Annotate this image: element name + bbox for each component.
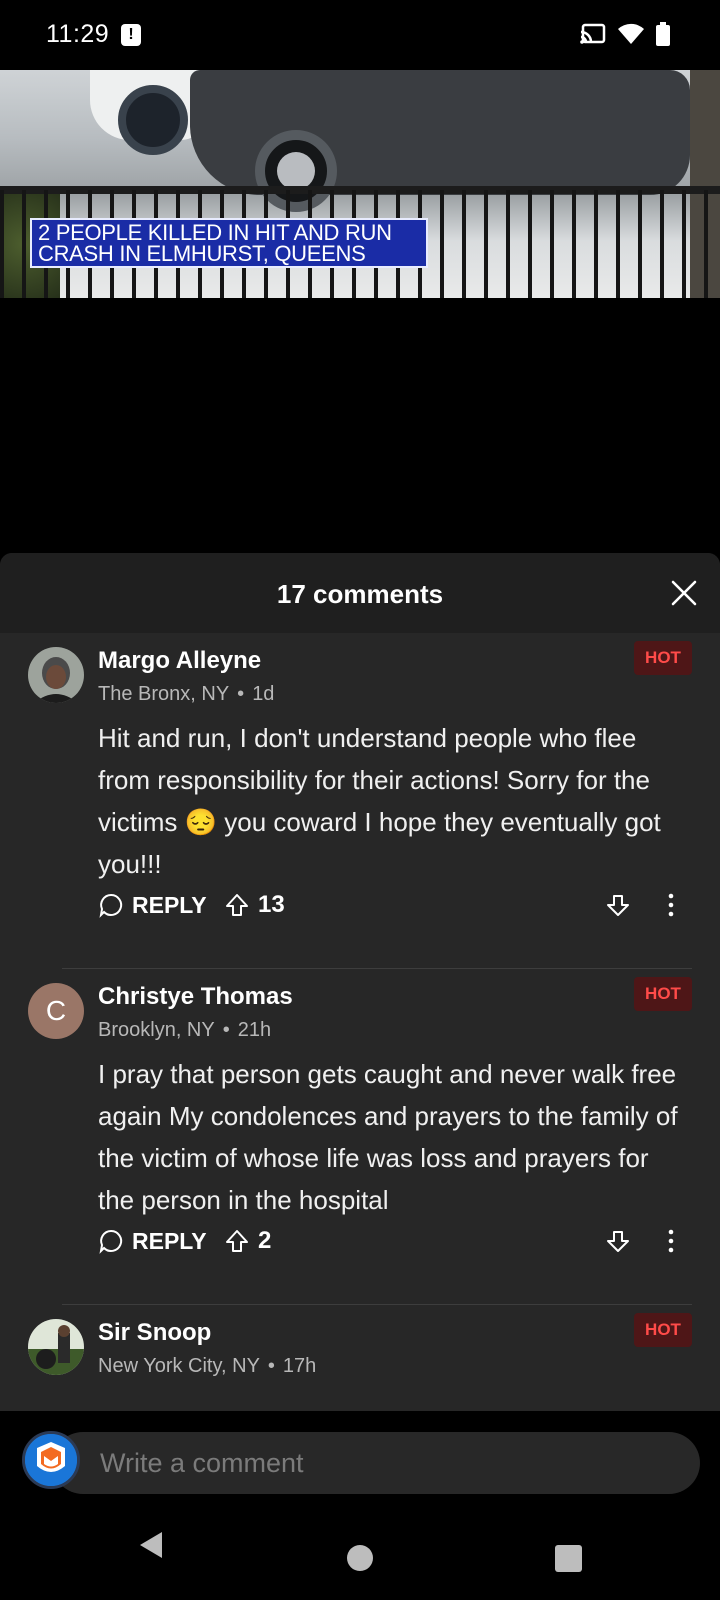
comment-location: The Bronx, NY	[98, 683, 230, 705]
reply-label: REPLY	[132, 891, 207, 918]
hot-badge: HOT	[634, 1313, 692, 1347]
upvote-button[interactable]: 2	[224, 1221, 271, 1261]
status-time: 11:29	[46, 20, 110, 48]
comment-author[interactable]: Christye Thomas	[98, 983, 293, 1011]
upvote-count: 2	[258, 1227, 272, 1254]
more-options-icon[interactable]	[666, 893, 676, 917]
comment-actions: REPLY 2	[98, 1221, 698, 1261]
comment-age: 21h	[237, 1019, 272, 1041]
home-icon[interactable]	[347, 1545, 373, 1571]
comment-meta: The Bronx, NY • 1d	[98, 683, 275, 705]
avatar[interactable]	[28, 1319, 84, 1375]
comment-divider	[62, 1304, 692, 1305]
cast-icon	[580, 23, 606, 44]
downvote-icon[interactable]	[606, 1229, 630, 1253]
recent-apps-icon[interactable]	[555, 1545, 582, 1572]
comment-author[interactable]: Margo Alleyne	[98, 647, 261, 675]
comment-meta: New York City, NY • 17h	[98, 1355, 317, 1377]
comment-location: Brooklyn, NY	[98, 1019, 215, 1041]
comment-author[interactable]: Sir Snoop	[98, 1319, 211, 1347]
reply-icon	[99, 893, 123, 918]
comments-header: 17 comments	[0, 553, 720, 633]
comment-meta: Brooklyn, NY • 21h	[98, 1019, 272, 1041]
comment-age: 1d	[252, 683, 275, 705]
comments-title: 17 comments	[276, 579, 444, 609]
comment-age: 17h	[282, 1355, 317, 1377]
battery-icon	[656, 22, 670, 46]
comment-composer	[0, 1411, 720, 1500]
wifi-icon	[618, 23, 644, 44]
news-chyron: 2 PEOPLE KILLED IN HIT AND RUN CRASH IN …	[30, 218, 428, 268]
hot-badge: HOT	[634, 641, 692, 675]
reply-button[interactable]: REPLY	[98, 1221, 207, 1261]
comments-sheet: 17 comments Margo Alleyne The Bronx, NY •…	[0, 553, 720, 1411]
reply-button[interactable]: REPLY	[98, 885, 207, 925]
avatar[interactable]: C	[28, 983, 84, 1039]
downvote-icon[interactable]	[606, 893, 630, 917]
upvote-icon	[226, 1230, 248, 1252]
close-icon[interactable]	[670, 579, 698, 607]
comment-text: Hit and run, I don't understand people w…	[98, 723, 661, 879]
hot-badge: HOT	[634, 977, 692, 1011]
alert-icon: !	[121, 24, 141, 46]
comment-text: I pray that person gets caught and never…	[98, 1059, 678, 1215]
back-icon[interactable]	[138, 1530, 164, 1560]
avatar[interactable]	[28, 647, 84, 703]
app-logo-icon	[25, 1434, 77, 1486]
video-player[interactable]: 2 PEOPLE KILLED IN HIT AND RUN CRASH IN …	[0, 70, 720, 298]
system-nav-bar	[0, 1500, 720, 1600]
more-options-icon[interactable]	[666, 1229, 676, 1253]
comment-input[interactable]	[52, 1432, 700, 1494]
chyron-line: CRASH IN ELMHURST, QUEENS	[38, 241, 366, 266]
reply-label: REPLY	[132, 1227, 207, 1254]
comment-location: New York City, NY	[98, 1355, 260, 1377]
comment-actions: REPLY 13	[98, 885, 698, 925]
upvote-icon	[226, 894, 248, 916]
upvote-count: 13	[258, 891, 285, 918]
status-icons	[580, 22, 670, 46]
status-bar: 11:29 !	[0, 0, 720, 70]
upvote-button[interactable]: 13	[224, 885, 285, 925]
reply-icon	[99, 1229, 123, 1254]
chyron-line: 2 PEOPLE KILLED IN HIT AND RUN	[38, 220, 392, 245]
comment-divider	[62, 968, 692, 969]
user-avatar[interactable]	[22, 1431, 80, 1489]
